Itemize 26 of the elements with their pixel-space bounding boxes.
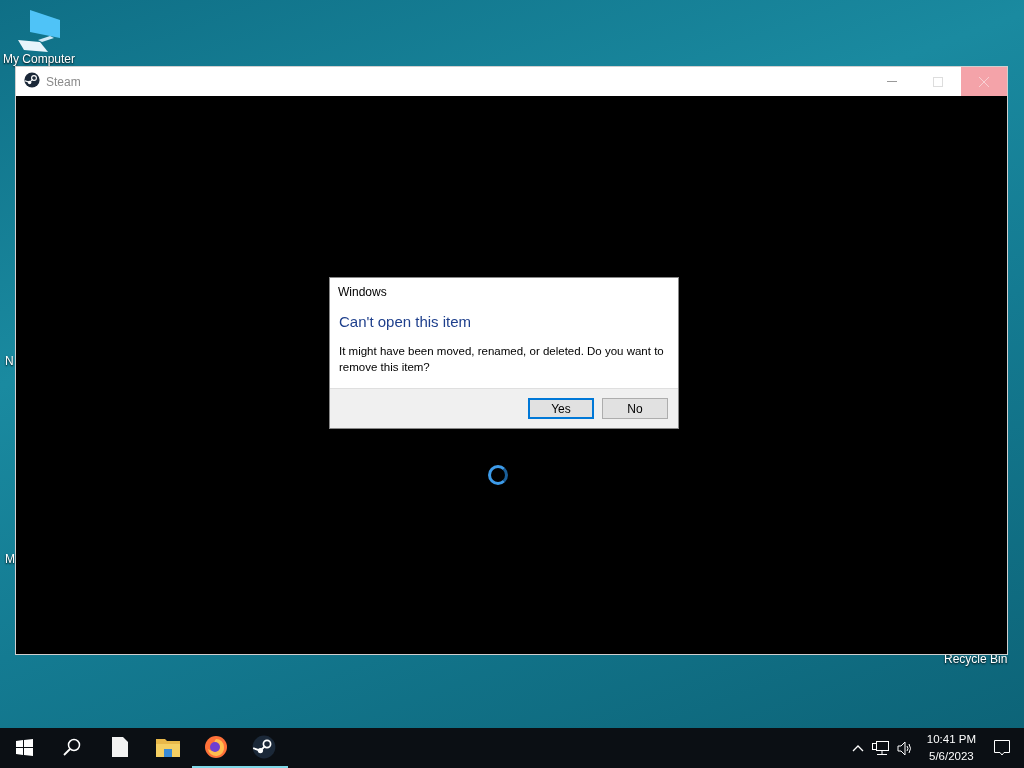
network-icon[interactable] <box>871 740 889 756</box>
chevron-up-icon[interactable] <box>851 744 864 752</box>
browser-icon[interactable] <box>204 735 228 759</box>
desktop-icon-label[interactable]: My Computer <box>0 52 78 66</box>
search-icon <box>63 738 81 756</box>
clock-time[interactable]: 10:41 PM <box>926 731 976 748</box>
desktop-icon-label[interactable]: N <box>5 354 14 368</box>
notification-icon[interactable] <box>994 740 1010 756</box>
steam-icon[interactable] <box>252 735 276 759</box>
dialog-message: It might have been moved, renamed, or deleted. Do you want to remove this item? <box>338 344 665 375</box>
steam-logo-icon <box>24 71 40 88</box>
window-title: Steam <box>46 74 82 89</box>
document-icon[interactable] <box>112 737 128 757</box>
computer-icon[interactable] <box>16 10 62 52</box>
close-icon <box>979 76 989 87</box>
dialog-button[interactable]: Yes <box>528 398 594 419</box>
minimize-icon <box>887 81 897 82</box>
clock-date[interactable]: 5/6/2023 <box>929 748 974 765</box>
folder-icon[interactable] <box>156 737 180 757</box>
windows-logo-icon <box>15 738 33 756</box>
dialog-title: Windows <box>337 284 388 299</box>
volume-icon[interactable] <box>896 740 913 756</box>
maximize-icon <box>933 76 943 87</box>
desktop-icon-label[interactable]: M <box>5 552 15 566</box>
dialog-heading: Can't open this item <box>338 312 473 330</box>
dialog-button[interactable]: No <box>602 398 668 419</box>
